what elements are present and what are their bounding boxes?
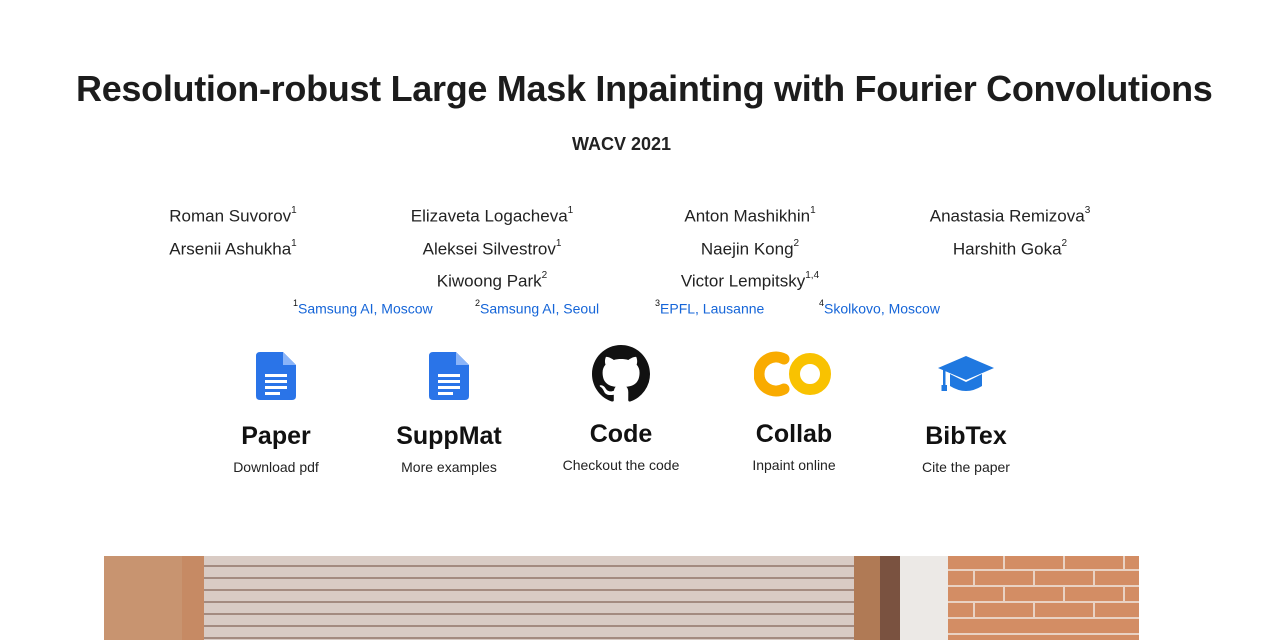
document-icon[interactable] bbox=[191, 344, 361, 408]
author-column: Anastasia Remizova3 Harshith Goka2 bbox=[860, 198, 1160, 263]
link-title[interactable]: BibTex bbox=[881, 422, 1051, 451]
affiliation-link[interactable]: 3EPFL, Lausanne bbox=[655, 298, 764, 317]
suppmat-link[interactable]: SuppMat More examples bbox=[364, 344, 534, 475]
link-subtitle: More examples bbox=[401, 459, 497, 475]
author-column: Elizaveta Logacheva1 Aleksei Silvestrov1… bbox=[342, 198, 642, 296]
github-icon[interactable] bbox=[536, 342, 706, 406]
author[interactable]: Kiwoong Park2 bbox=[342, 263, 642, 296]
page-title: Resolution-robust Large Mask Inpainting … bbox=[76, 68, 1213, 110]
author-column: Roman Suvorov1 Arsenii Ashukha1 bbox=[83, 198, 383, 263]
colab-icon[interactable] bbox=[709, 342, 879, 406]
author[interactable]: Victor Lempitsky1,4 bbox=[600, 263, 900, 296]
link-subtitle: Checkout the code bbox=[562, 457, 680, 473]
affiliations: 1Samsung AI, Moscow 2Samsung AI, Seoul 3… bbox=[0, 298, 1280, 324]
author[interactable]: Arsenii Ashukha1 bbox=[83, 231, 383, 264]
author-column: Anton Mashikhin1 Naejin Kong2 Victor Lem… bbox=[600, 198, 900, 296]
link-subtitle: Download pdf bbox=[233, 459, 319, 475]
author[interactable]: Anastasia Remizova3 bbox=[860, 198, 1160, 231]
affiliation-link[interactable]: 4Skolkovo, Moscow bbox=[819, 298, 940, 317]
author[interactable]: Naejin Kong2 bbox=[600, 231, 900, 264]
author[interactable]: Roman Suvorov1 bbox=[83, 198, 383, 231]
collab-link[interactable]: Collab Inpaint online bbox=[709, 342, 879, 473]
author[interactable]: Harshith Goka2 bbox=[860, 231, 1160, 264]
affiliation-link[interactable]: 1Samsung AI, Moscow bbox=[293, 298, 433, 317]
venue: WACV 2021 bbox=[571, 134, 672, 154]
link-subtitle: Inpaint online bbox=[752, 457, 836, 473]
paper-link[interactable]: Paper Download pdf bbox=[191, 344, 361, 475]
teaser-image bbox=[104, 556, 1139, 640]
link-subtitle: Cite the paper bbox=[922, 459, 1010, 475]
affiliation-link[interactable]: 2Samsung AI, Seoul bbox=[475, 298, 599, 317]
document-icon[interactable] bbox=[364, 344, 534, 408]
link-title[interactable]: Paper bbox=[191, 422, 361, 451]
author[interactable]: Anton Mashikhin1 bbox=[600, 198, 900, 231]
bibtex-link[interactable]: BibTex Cite the paper bbox=[881, 344, 1051, 475]
code-link[interactable]: Code Checkout the code bbox=[536, 342, 706, 473]
author[interactable]: Aleksei Silvestrov1 bbox=[342, 231, 642, 264]
link-title[interactable]: Code bbox=[536, 420, 706, 449]
author[interactable]: Elizaveta Logacheva1 bbox=[342, 198, 642, 231]
link-title[interactable]: SuppMat bbox=[364, 422, 534, 451]
resource-links: Paper Download pdf SuppMat More examples… bbox=[0, 344, 1280, 494]
graduation-cap-icon[interactable] bbox=[881, 344, 1051, 408]
link-title[interactable]: Collab bbox=[709, 420, 879, 449]
